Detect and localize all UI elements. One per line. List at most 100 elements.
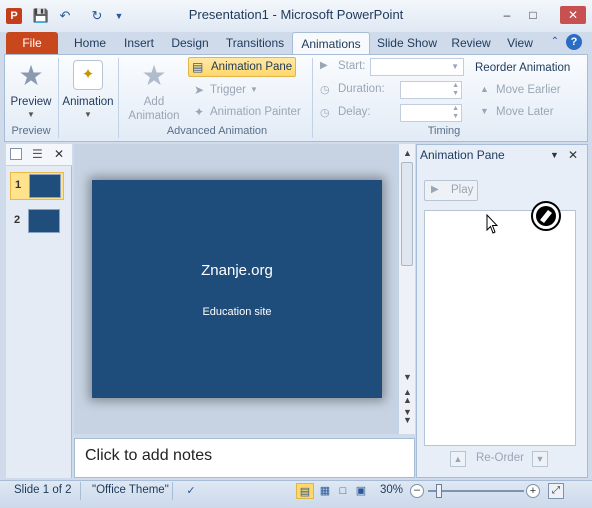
close-icon[interactable]: ✕: [560, 6, 586, 24]
tab-slide-show[interactable]: Slide Show: [372, 32, 442, 54]
previous-slide-icon[interactable]: ▲ ▲: [399, 388, 416, 405]
spell-check-icon[interactable]: ✓: [182, 483, 200, 499]
normal-view-icon[interactable]: ▤: [296, 483, 314, 499]
trigger-icon: ➤: [194, 83, 205, 97]
notes-placeholder: Click to add notes: [85, 447, 213, 464]
close-pane-icon[interactable]: ✕: [568, 148, 578, 162]
theme-status[interactable]: "Office Theme": [92, 484, 169, 496]
maximize-icon[interactable]: □: [522, 6, 544, 24]
minimize-icon[interactable]: –: [496, 6, 518, 24]
screen-recorder-logo-icon: [530, 200, 562, 232]
spinner-arrows-icon: ▲ ▼: [452, 82, 459, 97]
tab-file[interactable]: File: [6, 32, 58, 54]
chevron-down-icon: ▼: [27, 110, 35, 119]
animation-pane-title: Animation Pane: [420, 148, 505, 162]
zoom-in-icon[interactable]: +: [526, 484, 540, 498]
slide-thumbnail-image: [28, 209, 60, 233]
mouse-cursor-icon: [486, 213, 499, 236]
spinner-arrows-icon: ▲ ▼: [452, 105, 459, 120]
reorder-controls: ▲ Re-Order ▼: [448, 450, 552, 468]
slide-sorter-view-icon[interactable]: ▦: [316, 483, 334, 499]
chevron-down-icon: ▼: [451, 62, 459, 71]
move-earlier-label: Move Earlier: [496, 84, 561, 96]
preview-button[interactable]: ★ Preview ▼: [8, 58, 54, 122]
tab-animations[interactable]: Animations: [292, 32, 370, 54]
preview-label: Preview: [10, 96, 52, 108]
timing-group-label: Timing: [427, 125, 461, 137]
delay-label: Delay:: [338, 106, 371, 118]
zoom-slider-thumb[interactable]: [436, 484, 442, 498]
slide-thumbnail-image: [29, 174, 61, 198]
fit-to-window-icon[interactable]: ⤢: [548, 483, 564, 499]
animation-pane-button[interactable]: ▤ Animation Pane: [188, 57, 296, 77]
add-animation-button[interactable]: ★ Add Animation: [122, 58, 186, 122]
move-earlier-button[interactable]: ▲ Move Earlier: [478, 82, 578, 100]
thumbnail-number: 1: [15, 179, 22, 191]
move-down-button[interactable]: ▼: [532, 451, 548, 467]
start-label: Start:: [338, 60, 366, 72]
outline-tab-icon[interactable]: ☰: [32, 147, 43, 161]
play-button[interactable]: ▶ Play: [424, 180, 478, 201]
scroll-down-icon[interactable]: ▼: [399, 372, 416, 382]
zoom-level[interactable]: 30%: [380, 484, 403, 496]
slide-subtitle[interactable]: Education site: [92, 306, 382, 318]
chevron-down-icon: ▼: [250, 85, 258, 94]
group-divider: [312, 58, 313, 138]
slide-count-status: Slide 1 of 2: [14, 484, 72, 496]
chevron-up-icon[interactable]: ⌃: [548, 36, 562, 50]
trigger-label: Trigger: [210, 84, 246, 96]
tab-insert[interactable]: Insert: [116, 32, 162, 54]
reorder-animation-label: Reorder Animation: [475, 62, 571, 74]
group-divider: [58, 58, 59, 138]
reorder-label: Re-Order: [476, 452, 524, 464]
pane-options-dropdown-icon[interactable]: ▼: [550, 150, 559, 160]
tab-view[interactable]: View: [500, 32, 540, 54]
thumbnails-header: ☰ ✕: [6, 144, 72, 166]
tab-transitions[interactable]: Transitions: [218, 32, 292, 54]
slide-title[interactable]: Znanje.org: [92, 262, 382, 279]
next-slide-icon[interactable]: ▼ ▼: [399, 408, 416, 425]
group-divider: [118, 58, 119, 138]
duration-spinner[interactable]: ▲ ▼: [400, 81, 462, 99]
trigger-button[interactable]: ➤ Trigger ▼: [192, 82, 292, 100]
add-star-icon: ★: [141, 60, 167, 91]
delay-spinner[interactable]: ▲ ▼: [400, 104, 462, 122]
animation-painter-label: Animation Painter: [210, 106, 301, 118]
current-slide[interactable]: Znanje.org Education site: [92, 180, 382, 398]
slide-thumbnail-1[interactable]: 1: [10, 172, 64, 200]
zoom-slider-track[interactable]: [428, 490, 524, 492]
animation-painter-button[interactable]: ✦ Animation Painter: [192, 104, 310, 122]
slides-tab-icon[interactable]: [10, 148, 22, 160]
play-icon: ▶: [431, 184, 439, 195]
scroll-thumb[interactable]: [401, 162, 413, 266]
zoom-out-icon[interactable]: –: [410, 484, 424, 498]
play-label: Play: [451, 184, 474, 196]
animation-pane-label: Animation Pane: [211, 61, 293, 73]
status-divider: [80, 482, 81, 500]
animation-painter-icon: ✦: [194, 105, 205, 119]
start-icon: ▶: [320, 60, 328, 71]
status-divider: [172, 482, 173, 500]
duration-icon: ◷: [320, 84, 330, 96]
close-pane-icon[interactable]: ✕: [54, 147, 64, 161]
animation-list[interactable]: [424, 210, 576, 446]
animation-pane-icon: ▤: [192, 60, 204, 74]
slide-show-view-icon[interactable]: ▣: [352, 483, 370, 499]
start-dropdown[interactable]: ▼: [370, 58, 464, 76]
move-later-label: Move Later: [496, 106, 554, 118]
scroll-up-icon[interactable]: ▲: [399, 148, 416, 158]
slide-thumbnail-2[interactable]: 2: [10, 208, 64, 236]
move-later-button[interactable]: ▼ Move Later: [478, 104, 578, 122]
reading-view-icon[interactable]: □: [334, 483, 352, 499]
tab-home[interactable]: Home: [66, 32, 114, 54]
tab-design[interactable]: Design: [164, 32, 216, 54]
tab-review[interactable]: Review: [444, 32, 498, 54]
move-up-button[interactable]: ▲: [450, 451, 466, 467]
vertical-scrollbar[interactable]: ▲ ▼ ▲ ▲ ▼ ▼: [398, 144, 415, 434]
down-arrow-icon: ▼: [480, 106, 489, 116]
chevron-down-icon: ▼: [84, 110, 92, 119]
notes-pane[interactable]: Click to add notes: [74, 438, 415, 478]
animation-gallery-button[interactable]: ✦ Animation ▼: [60, 58, 116, 122]
star-icon: ★: [18, 60, 44, 91]
help-icon[interactable]: ?: [566, 34, 582, 50]
